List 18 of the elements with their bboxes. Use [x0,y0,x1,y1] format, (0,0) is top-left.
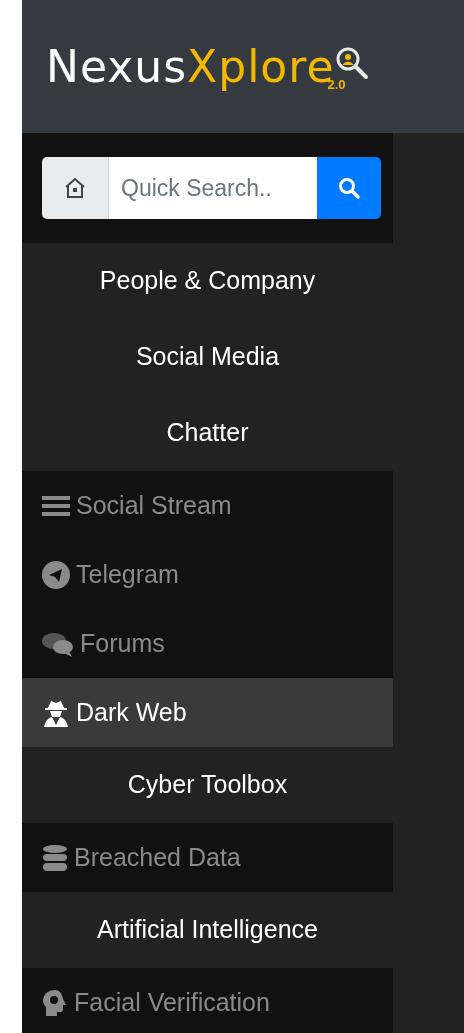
nav-item[interactable]: Dark Web [22,678,393,747]
magnifier-icon [335,45,370,80]
paper-plane-icon [42,560,70,589]
nav-item[interactable]: Forums [22,609,393,678]
nav-item[interactable]: Social Stream [22,471,393,540]
chat-bubbles-icon [42,630,74,657]
spy-icon [42,698,70,727]
nav-item[interactable]: Facial Verification [22,968,393,1033]
nav-item[interactable]: Telegram [22,540,393,609]
database-icon [42,843,68,872]
nav-item[interactable]: Breached Data [22,823,393,892]
list-icon [42,493,70,518]
search-field[interactable]: Quick Search.. [109,157,317,219]
search-button[interactable] [317,157,381,219]
search-icon [337,176,361,200]
home-button[interactable] [42,157,109,219]
head-icon [42,988,68,1017]
home-icon [63,176,87,200]
